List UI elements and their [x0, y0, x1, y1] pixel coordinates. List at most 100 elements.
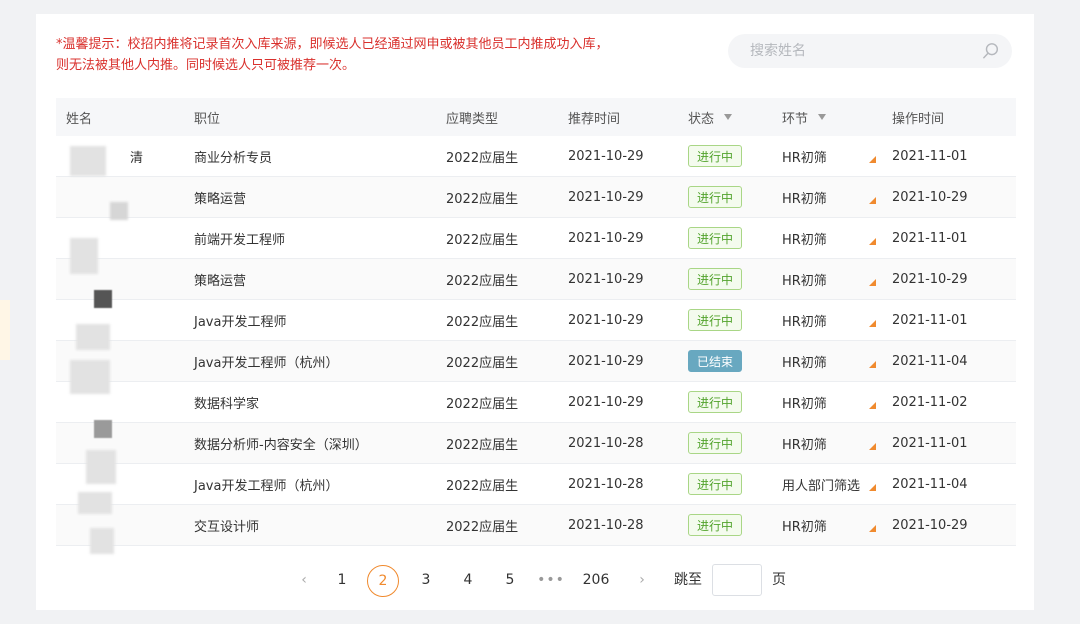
filter-caret-icon[interactable] — [724, 114, 733, 120]
table-row[interactable]: Java开发工程师 2022应届生 2021-10-29 进行中 HR初筛 2021-11… — [56, 300, 1016, 341]
page-unit-label: 页 — [772, 572, 786, 588]
table-row[interactable]: 清 商业分析专员 2022应届生 2021-10-29 进行中 HR初筛 2021-11-0… — [56, 136, 1016, 177]
page-button-2-current[interactable]: 2 — [367, 565, 399, 597]
stage-cell: HR初筛 — [782, 232, 827, 248]
table-row[interactable]: Java开发工程师（杭州） 2022应届生 2021-10-28 进行中 用人部门筛选 2… — [56, 464, 1016, 505]
op-time-cell: 2021-11-04 — [892, 353, 968, 369]
page-button-4[interactable]: 4 — [458, 562, 478, 598]
status-cell: 进行中 — [688, 218, 743, 258]
column-header-status[interactable]: 状态 — [688, 98, 733, 136]
status-cell: 已结束 — [688, 341, 743, 381]
position-cell: 策略运营 — [194, 273, 247, 289]
status-cell: 进行中 — [688, 423, 743, 463]
column-header-stage-label: 环节 — [782, 111, 809, 127]
position-cell: 前端开发工程师 — [194, 232, 286, 248]
status-badge: 进行中 — [688, 145, 743, 167]
type-cell: 2022应届生 — [446, 396, 519, 412]
status-cell: 进行中 — [688, 300, 743, 340]
corner-triangle-icon[interactable] — [869, 156, 876, 163]
corner-triangle-icon[interactable] — [869, 484, 876, 491]
op-time-cell: 2021-11-04 — [892, 476, 968, 492]
page-button-3[interactable]: 3 — [416, 562, 436, 598]
position-cell: Java开发工程师 — [194, 314, 287, 330]
table-row[interactable]: Java开发工程师（杭州） 2022应届生 2021-10-29 已结束 HR初筛 202… — [56, 341, 1016, 382]
op-time-cell: 2021-11-01 — [892, 230, 968, 246]
position-cell: 交互设计师 — [194, 519, 260, 535]
corner-triangle-icon[interactable] — [869, 320, 876, 327]
position-cell: 数据科学家 — [194, 396, 260, 412]
type-cell: 2022应届生 — [446, 191, 519, 207]
redacted-name — [110, 202, 128, 220]
table-row[interactable]: 数据分析师-内容安全（深圳） 2022应届生 2021-10-28 进行中 HR初筛 20… — [56, 423, 1016, 464]
status-cell: 进行中 — [688, 382, 743, 422]
status-cell: 进行中 — [688, 259, 743, 299]
table-header: 姓名 职位 应聘类型 推荐时间 状态 环节 操作时间 — [56, 98, 1016, 136]
column-header-name: 姓名 — [66, 111, 93, 127]
table-row[interactable]: 策略运营 2022应届生 2021-10-29 进行中 HR初筛 2021-10-29 — [56, 177, 1016, 218]
column-header-stage[interactable]: 环节 — [782, 98, 827, 136]
stage-cell: HR初筛 — [782, 191, 827, 207]
status-badge: 进行中 — [688, 514, 743, 536]
position-cell: 策略运营 — [194, 191, 247, 207]
op-time-cell: 2021-10-29 — [892, 189, 968, 205]
corner-triangle-icon[interactable] — [869, 402, 876, 409]
recommend-time-cell: 2021-10-29 — [568, 230, 644, 246]
recommend-time-cell: 2021-10-28 — [568, 435, 644, 451]
status-badge: 进行中 — [688, 432, 743, 454]
recommend-list-panel: *温馨提示：校招内推将记录首次入库来源，即候选人已经通过网申或被其他员工内推成功… — [36, 14, 1034, 610]
corner-triangle-icon[interactable] — [869, 525, 876, 532]
filter-caret-icon[interactable] — [818, 114, 827, 120]
column-header-position: 职位 — [194, 111, 221, 127]
redacted-name — [76, 324, 110, 350]
type-cell: 2022应届生 — [446, 232, 519, 248]
table-row[interactable]: 数据科学家 2022应届生 2021-10-29 进行中 HR初筛 2021-11-02 — [56, 382, 1016, 423]
table-row[interactable]: 策略运营 2022应届生 2021-10-29 进行中 HR初筛 2021-10-29 — [56, 259, 1016, 300]
corner-triangle-icon[interactable] — [869, 197, 876, 204]
notice-text: *温馨提示：校招内推将记录首次入库来源，即候选人已经通过网申或被其他员工内推成功… — [56, 37, 609, 73]
redacted-name — [86, 450, 116, 484]
type-cell: 2022应届生 — [446, 150, 519, 166]
recommend-time-cell: 2021-10-28 — [568, 476, 644, 492]
jump-page-input[interactable] — [712, 564, 762, 596]
recommend-time-cell: 2021-10-29 — [568, 148, 644, 164]
next-page-button[interactable]: › — [634, 562, 650, 598]
op-time-cell: 2021-11-01 — [892, 435, 968, 451]
redacted-name — [94, 420, 112, 438]
page-button-last[interactable]: 206 — [578, 562, 614, 598]
jump-label: 跳至 — [674, 572, 702, 588]
pagination: ‹ 1 2 3 4 5 ••• 206 › 跳至 页 — [36, 562, 1034, 602]
status-badge: 已结束 — [688, 350, 743, 372]
search-icon[interactable] — [982, 42, 1000, 60]
corner-triangle-icon[interactable] — [869, 361, 876, 368]
status-cell: 进行中 — [688, 136, 743, 176]
search-box[interactable] — [728, 34, 1012, 68]
redacted-name — [94, 290, 112, 308]
op-time-cell: 2021-10-29 — [892, 271, 968, 287]
position-cell: Java开发工程师（杭州） — [194, 478, 339, 494]
status-badge: 进行中 — [688, 268, 743, 290]
redacted-name — [70, 360, 110, 394]
stage-cell: 用人部门筛选 — [782, 478, 861, 494]
redacted-name — [70, 238, 98, 274]
status-cell: 进行中 — [688, 505, 743, 545]
corner-triangle-icon[interactable] — [869, 443, 876, 450]
stage-cell: HR初筛 — [782, 437, 827, 453]
redacted-name — [90, 528, 114, 554]
candidate-table: 姓名 职位 应聘类型 推荐时间 状态 环节 操作时间 清 商业分析专员 2022应届… — [56, 98, 1016, 554]
corner-triangle-icon[interactable] — [869, 238, 876, 245]
recommend-time-cell: 2021-10-28 — [568, 517, 644, 533]
page-ellipsis[interactable]: ••• — [536, 562, 566, 598]
table-row[interactable]: 前端开发工程师 2022应届生 2021-10-29 进行中 HR初筛 2021-11-0… — [56, 218, 1016, 259]
table-body: 清 商业分析专员 2022应届生 2021-10-29 进行中 HR初筛 2021-11-0… — [56, 136, 1016, 546]
stage-cell: HR初筛 — [782, 355, 827, 371]
page-button-5[interactable]: 5 — [500, 562, 520, 598]
page-button-1[interactable]: 1 — [332, 562, 352, 598]
recommend-time-cell: 2021-10-29 — [568, 312, 644, 328]
type-cell: 2022应届生 — [446, 273, 519, 289]
table-row[interactable]: 交互设计师 2022应届生 2021-10-28 进行中 HR初筛 2021-10-29 — [56, 505, 1016, 546]
prev-page-button[interactable]: ‹ — [294, 562, 314, 598]
status-badge: 进行中 — [688, 309, 743, 331]
search-input[interactable] — [748, 42, 972, 60]
op-time-cell: 2021-11-02 — [892, 394, 968, 410]
corner-triangle-icon[interactable] — [869, 279, 876, 286]
